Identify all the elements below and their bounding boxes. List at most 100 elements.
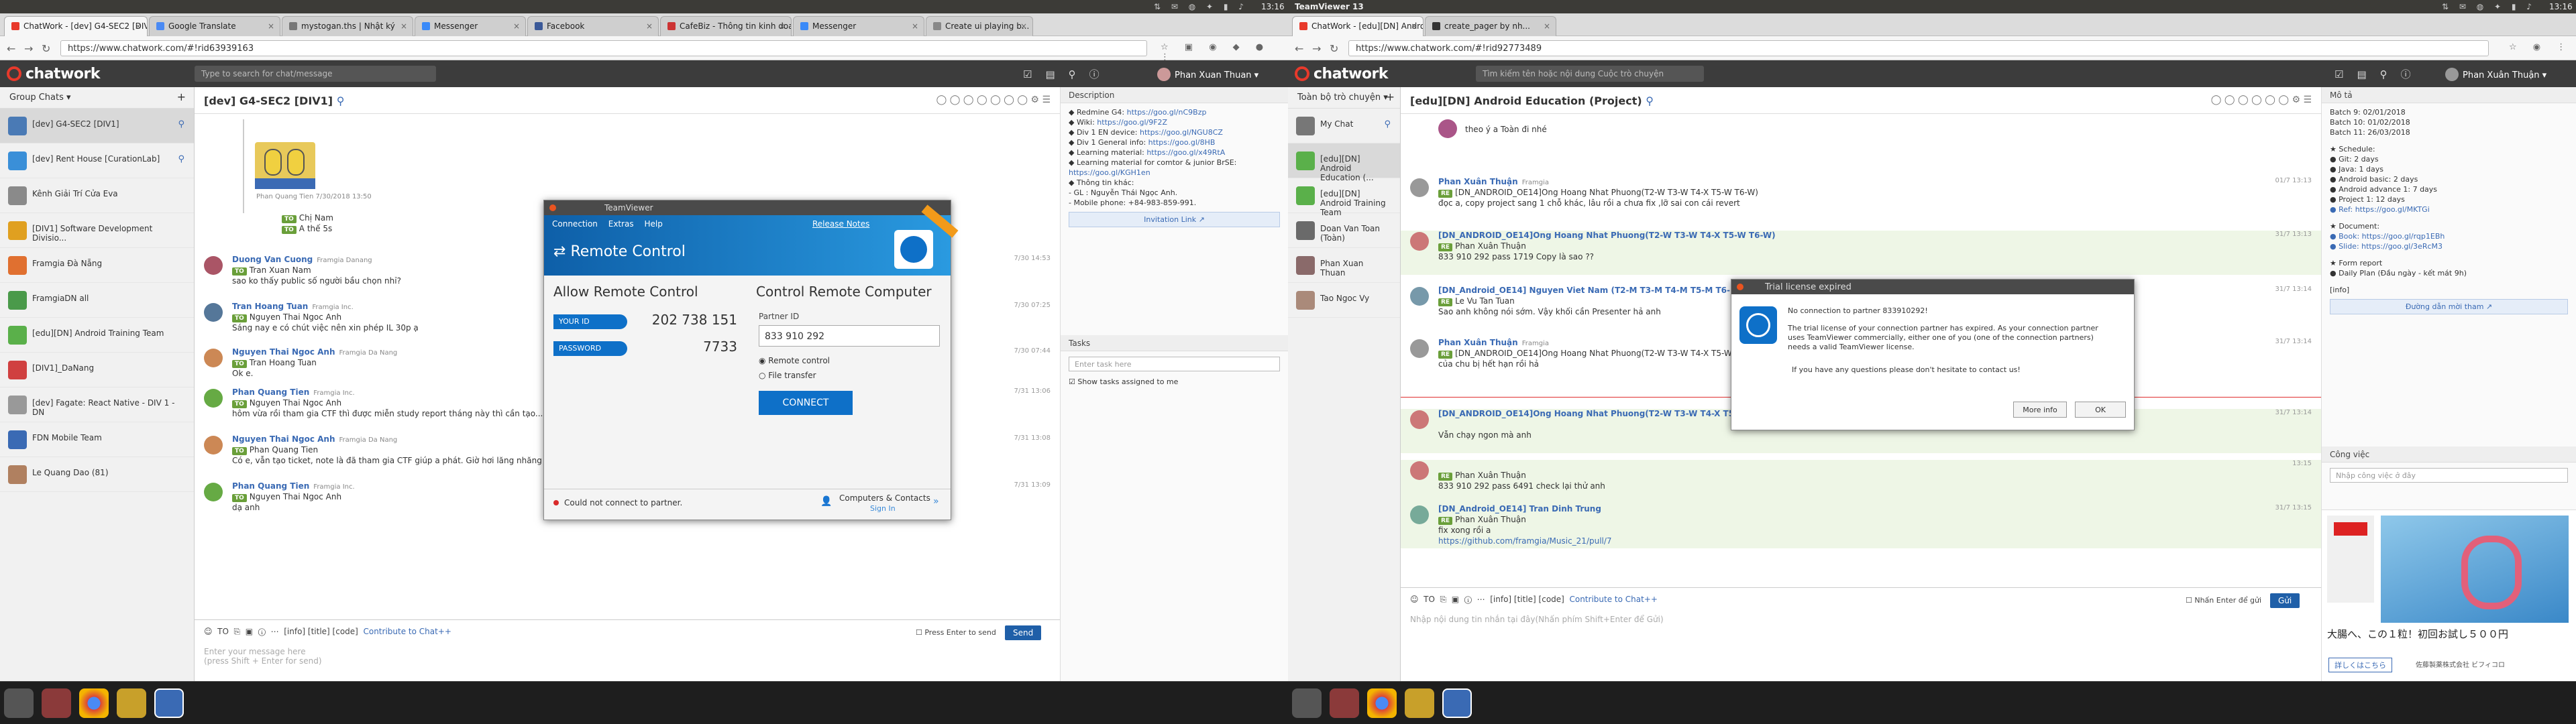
composer-toolbar[interactable]: ☺ TO ⎘ ▣ ⓘ ⋯ [info] [title] [code] Contr… <box>204 627 451 637</box>
sidebar-item[interactable]: [dev] Rent House [CurationLab] ⚲ <box>0 143 194 178</box>
sidebar-item[interactable]: Le Quang Dao (81) <box>0 457 194 492</box>
sender-name[interactable]: Phan Quang Tien Framgia Inc. <box>232 481 355 491</box>
close-icon[interactable] <box>1737 284 1743 290</box>
pin-icon[interactable]: ⚲ <box>337 95 345 107</box>
description-link[interactable]: https://goo.gl/NGU8CZ <box>1140 128 1223 137</box>
tab-chatwork-edu[interactable]: ChatWork - [edu][DN] Android...× <box>1292 16 1424 36</box>
header-icons[interactable]: ☑▤⚲ⓘ <box>1023 67 1113 81</box>
tab-mystogan[interactable]: mystogan.ths | Nhật ký × <box>282 16 413 36</box>
description-link[interactable]: https://goo.gl/8HB <box>1148 138 1216 147</box>
invitation-link-button[interactable]: Invitation Link ↗ <box>1069 212 1280 227</box>
ok-button[interactable]: OK <box>2075 402 2126 418</box>
file-transfer-radio[interactable]: ○ File transfer <box>759 371 816 380</box>
sender-name[interactable]: [DN_ANDROID_OE14]Ong Hoang Nhat Phuong(T… <box>1438 231 1780 240</box>
tab-google-translate[interactable]: Google Translate × <box>149 16 280 36</box>
description-link[interactable]: https://goo.gl/9F2Z <box>1097 118 1167 127</box>
sidebar-item[interactable]: [dev] Fagate: React Native - DIV 1 - DN <box>0 387 194 422</box>
tray-icons-right[interactable]: ⇅ ✉ ◍ ✦ ▮ ♪ <box>2442 2 2536 11</box>
avatar[interactable] <box>1410 287 1429 306</box>
close-icon[interactable]: × <box>400 21 407 31</box>
send-button[interactable]: Gửi <box>2270 593 2300 608</box>
tab-chatwork[interactable]: ChatWork - [dev] G4-SEC2 [DIV1] × <box>4 16 148 36</box>
trash-icon[interactable] <box>1292 688 1322 718</box>
app-icon[interactable] <box>117 688 146 718</box>
pin-icon[interactable]: ⚲ <box>1646 95 1654 107</box>
sidebar-item[interactable]: Framgia Đà Nẵng <box>0 248 194 283</box>
task-input[interactable]: Enter task here <box>1069 357 1280 371</box>
ad-details-button[interactable]: 詳しくはこちら <box>2328 658 2392 672</box>
sidebar-item[interactable]: Doan Van Toan (Toàn) <box>1288 213 1400 248</box>
chatwork-logo[interactable]: chatwork <box>7 66 100 82</box>
composer-toolbar[interactable]: ☺ TO ⎘ ▣ ⓘ ⋯ [info] [title] [code] Contr… <box>1410 595 1658 605</box>
back-icon[interactable]: ← <box>1295 42 1303 55</box>
chatwork-logo[interactable]: chatwork <box>1295 66 1388 82</box>
user-menu[interactable]: Phan Xuân Thuận ▾ <box>2445 68 2546 81</box>
sidebar-item[interactable]: Kênh Giải Trí Cửa Eva <box>0 178 194 213</box>
sidebar-item[interactable]: FramgiaDN all <box>0 283 194 318</box>
clock-right[interactable]: 13:16 <box>2549 2 2573 11</box>
avatar[interactable] <box>1438 119 1457 138</box>
sidebar-item[interactable]: [edu][DN] Android Training Team <box>1288 178 1400 217</box>
avatar[interactable] <box>1410 339 1429 358</box>
task-input[interactable]: Nhập công việc ở đây <box>2330 468 2568 483</box>
message-input[interactable]: Nhập nội dung tin nhắn tại đây(Nhấn phím… <box>1410 615 1664 624</box>
close-icon[interactable]: × <box>1411 21 1417 31</box>
press-enter-checkbox[interactable]: ☐ Press Enter to send <box>916 628 996 637</box>
github-link[interactable]: https://github.com/framgia/Music_21/pull… <box>1438 536 1612 546</box>
tab-cafebiz[interactable]: CafeBiz - Thông tin kinh doanh × <box>660 16 792 36</box>
close-icon[interactable]: × <box>1020 21 1027 31</box>
room-member-icons[interactable]: ◯ ◯ ◯ ◯ ◯ ◯ ◯ ⚙ ☰ <box>936 95 1051 105</box>
avatar[interactable] <box>204 436 223 455</box>
send-button[interactable]: Send <box>1005 625 1042 640</box>
sidebar-item[interactable]: [edu][DN] Android Training Team <box>0 318 194 353</box>
sender-name[interactable]: Tran Hoang Tuan Framgia Inc. <box>232 302 354 311</box>
close-icon[interactable]: × <box>1544 21 1550 31</box>
password-value[interactable]: 7733 <box>650 339 737 355</box>
sidebar-item[interactable]: Tao Ngoc Vy <box>1288 283 1400 318</box>
add-icon[interactable]: + <box>177 90 186 103</box>
extension-icons[interactable]: ☆ ▣ ◉ ◆ ● ⋮ <box>1161 42 1288 62</box>
search-input[interactable]: Tìm kiếm tên hoặc nội dung Cuộc trò chuy… <box>1476 66 1704 82</box>
tab-create-ui[interactable]: Create ui playing b... × <box>926 16 1033 36</box>
sender-name[interactable]: [DN_Android_OE14] Nguyen Viet Nam (T2-M … <box>1438 286 1746 295</box>
room-member-icons[interactable]: ◯ ◯ ◯ ◯ ◯ ◯ ⚙ ☰ <box>2211 95 2312 105</box>
sign-in-link[interactable]: Sign In <box>870 504 896 513</box>
sender-name[interactable]: Phan Xuân Thuận Framgia <box>1438 338 1549 347</box>
pin-icon[interactable]: ⚲ <box>1384 119 1391 129</box>
close-icon[interactable]: × <box>912 21 918 31</box>
add-icon[interactable]: + <box>1386 90 1395 103</box>
close-icon[interactable]: × <box>135 21 142 31</box>
avatar[interactable] <box>204 389 223 408</box>
expand-icon[interactable]: » <box>933 496 939 507</box>
avatar[interactable] <box>204 349 223 367</box>
reload-icon[interactable]: ↻ <box>42 42 50 55</box>
reload-icon[interactable]: ↻ <box>1330 42 1338 55</box>
forward-icon[interactable]: → <box>1312 42 1321 55</box>
search-input[interactable]: Type to search for chat/message <box>195 66 436 82</box>
remote-control-radio[interactable]: ◉ Remote control <box>759 356 830 365</box>
avatar[interactable] <box>204 256 223 275</box>
close-icon[interactable] <box>549 204 556 211</box>
contacts-label[interactable]: Computers & Contacts <box>839 493 930 503</box>
back-icon[interactable]: ← <box>7 42 15 55</box>
tab-messenger[interactable]: Messenger × <box>415 16 526 36</box>
sender-name[interactable]: [DN_ANDROID_OE14]Ong Hoang Nhat Phuong(T… <box>1438 409 1780 418</box>
files-icon[interactable] <box>1330 688 1359 718</box>
avatar[interactable] <box>204 303 223 322</box>
connect-button[interactable]: CONNECT <box>759 391 853 415</box>
close-icon[interactable]: × <box>513 21 520 31</box>
forward-icon[interactable]: → <box>24 42 33 55</box>
trash-icon[interactable] <box>4 688 34 718</box>
quoted-image[interactable] <box>255 142 315 189</box>
invite-link-button[interactable]: Đường dẫn mời tham ↗ <box>2330 299 2568 314</box>
clock-left[interactable]: 13:16 <box>1261 2 1285 11</box>
chrome-icon[interactable] <box>1367 688 1397 718</box>
files-icon[interactable] <box>42 688 71 718</box>
close-icon[interactable]: × <box>268 21 274 31</box>
your-id-value[interactable]: 202 738 151 <box>650 312 737 328</box>
description-line[interactable]: ● Book: https://goo.gl/rqp1EBh <box>2330 231 2568 241</box>
description-line[interactable]: ● Slide: https://goo.gl/3eRcM3 <box>2330 241 2568 251</box>
sender-name[interactable] <box>1438 460 1442 469</box>
pin-icon[interactable]: ⚲ <box>178 119 184 129</box>
sidebar-item[interactable]: FDN Mobile Team <box>0 422 194 457</box>
